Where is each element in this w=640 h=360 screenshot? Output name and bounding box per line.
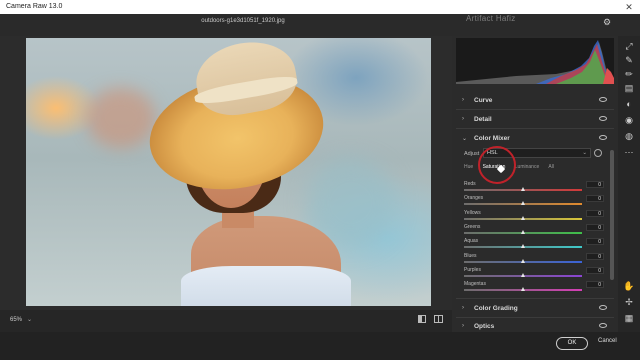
section-label: Detail xyxy=(474,116,492,123)
mask-icon[interactable]: ◐ xyxy=(623,98,635,110)
section-color-mixer[interactable]: ⌄ Color Mixer xyxy=(456,132,614,146)
gradient-icon[interactable]: ▤ xyxy=(623,82,635,94)
chevron-right-icon: › xyxy=(462,97,464,103)
slider-value-field[interactable]: 0 xyxy=(586,223,604,231)
chevron-right-icon: › xyxy=(462,323,464,329)
brush-icon[interactable]: ✎ xyxy=(623,54,635,66)
file-name: outdoors-g1e3d1051f_1920.jpg xyxy=(201,18,285,24)
section-curve[interactable]: › Curve xyxy=(456,94,614,108)
section-color-grading[interactable]: › Color Grading xyxy=(456,302,614,316)
slider-label: Magentas xyxy=(464,281,486,288)
camera-raw-window: Camera Raw 13.0 ✕ outdoors-g1e3d1051f_19… xyxy=(0,0,640,360)
window-title: Camera Raw 13.0 xyxy=(6,3,63,10)
section-label: Color Mixer xyxy=(474,135,510,142)
slider-blues[interactable]: Blues 0 xyxy=(464,252,604,267)
cursor-highlight xyxy=(478,146,516,184)
watermark-text: Artifact Hafiz xyxy=(466,14,516,23)
eye-icon[interactable] xyxy=(599,323,607,328)
gear-icon[interactable]: ⚙ xyxy=(602,17,612,27)
chevron-down-icon[interactable]: ⌄ xyxy=(27,316,32,323)
zoom-level[interactable]: 65% xyxy=(10,317,22,323)
slider-thumb[interactable] xyxy=(521,187,525,191)
slider-value-field[interactable]: 0 xyxy=(586,209,604,217)
heal-icon[interactable]: ✏ xyxy=(623,68,635,80)
slider-thumb[interactable] xyxy=(521,201,525,206)
slider-thumb[interactable] xyxy=(521,229,525,234)
slider-label: Greens xyxy=(464,223,481,230)
cancel-button[interactable]: Cancel xyxy=(598,338,617,344)
compare-view-icon[interactable] xyxy=(434,315,443,323)
section-label: Optics xyxy=(474,323,495,330)
section-label: Curve xyxy=(474,97,493,104)
histogram xyxy=(456,38,614,84)
eye-icon[interactable] xyxy=(599,97,607,102)
slider-oranges[interactable]: Oranges 0 xyxy=(464,195,604,209)
eye-icon[interactable] xyxy=(599,116,607,121)
presets-icon[interactable]: ◍ xyxy=(623,130,635,142)
slider-reds[interactable]: Reds 0 xyxy=(464,181,604,195)
ok-button[interactable]: OK xyxy=(556,337,588,350)
chevron-down-icon: ⌄ xyxy=(462,136,468,142)
slider-label: Purples xyxy=(464,266,481,273)
canvas-bottom-bar xyxy=(0,310,452,332)
footer-bar xyxy=(0,332,640,360)
header-bar xyxy=(0,14,640,36)
slider-value-field[interactable]: 0 xyxy=(586,266,604,274)
slider-greens[interactable]: Greens 0 xyxy=(464,223,604,238)
slider-label: Aquas xyxy=(464,238,479,245)
section-label: Color Grading xyxy=(474,305,518,312)
slider-value-field[interactable]: 0 xyxy=(586,252,604,260)
slider-thumb[interactable] xyxy=(521,258,525,263)
slider-thumb[interactable] xyxy=(521,272,525,277)
targeted-adjustment-icon[interactable] xyxy=(594,149,602,157)
adjust-label: Adjust xyxy=(464,151,480,157)
slider-label: Oranges xyxy=(464,195,484,202)
redeye-icon[interactable]: ◉ xyxy=(623,114,635,126)
panel-scrollbar[interactable] xyxy=(610,150,614,280)
slider-magentas[interactable]: Magentas 0 xyxy=(464,281,604,295)
tab-hue[interactable]: Hue xyxy=(464,164,473,170)
hand-icon[interactable]: ✋ xyxy=(623,280,635,292)
chevron-right-icon: › xyxy=(462,116,464,122)
more-icon[interactable]: ⋯ xyxy=(623,146,635,158)
expand-icon[interactable]: ⤢ xyxy=(623,40,635,52)
slider-label: Reds xyxy=(464,181,476,187)
sampler-icon[interactable]: ✢ xyxy=(623,296,635,308)
slider-purples[interactable]: Purples 0 xyxy=(464,266,604,281)
slider-label: Blues xyxy=(464,252,477,259)
eye-icon[interactable] xyxy=(599,305,607,310)
slider-value-field[interactable]: 0 xyxy=(586,195,604,203)
slider-value-field[interactable]: 0 xyxy=(586,181,604,188)
preview-image[interactable] xyxy=(26,38,431,306)
os-titlebar: Camera Raw 13.0 ✕ xyxy=(0,0,640,14)
slider-label: Yellows xyxy=(464,209,481,216)
slider-yellows[interactable]: Yellows 0 xyxy=(464,209,604,224)
chevron-down-icon: ⌄ xyxy=(582,150,587,156)
eye-icon[interactable] xyxy=(599,135,607,140)
close-icon[interactable]: ✕ xyxy=(622,0,636,14)
slider-thumb[interactable] xyxy=(521,287,525,292)
slider-thumb[interactable] xyxy=(521,215,525,220)
before-after-icon[interactable] xyxy=(418,315,426,323)
tab-all[interactable]: All xyxy=(548,164,554,170)
slider-aquas[interactable]: Aquas 0 xyxy=(464,238,604,252)
chevron-right-icon: › xyxy=(462,305,464,311)
slider-value-field[interactable]: 0 xyxy=(586,281,604,289)
slider-value-field[interactable]: 0 xyxy=(586,238,604,246)
grid-icon[interactable]: ▦ xyxy=(623,312,635,324)
tab-luminance[interactable]: Luminance xyxy=(515,164,539,170)
section-detail[interactable]: › Detail xyxy=(456,113,614,127)
slider-thumb[interactable] xyxy=(521,244,525,249)
